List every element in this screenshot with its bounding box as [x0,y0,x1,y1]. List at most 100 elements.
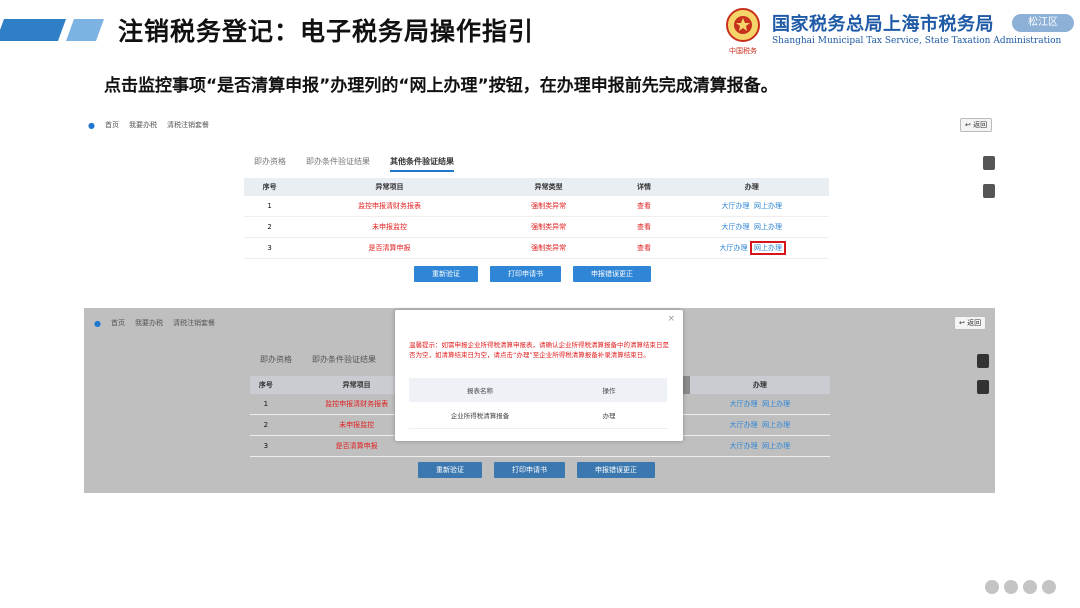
online-handle-link-highlighted[interactable]: 网上办理 [749,241,786,255]
breadcrumb-tax[interactable]: 我要办税 [135,318,163,328]
slide-dots [985,580,1056,594]
correct-declaration-button[interactable]: 申报错误更正 [577,462,655,478]
hall-handle-link[interactable]: 大厅办理 [730,421,758,429]
tab-instant-result[interactable]: 即办条件验证结果 [306,156,370,172]
row-no: 2 [244,216,296,238]
row-actions: 大厅办理 网上办理 [674,237,829,259]
reminder-dialog: × 温馨提示：如需申报企业所得税清算申报表，请确认企业所得税清算报备中的清算结束… [395,310,683,441]
header-accent-bar [0,19,67,41]
row-item: 未申报监控 [295,216,484,238]
breadcrumb: ● 首页 我要办税 清税注销套餐 [88,120,209,130]
online-handle-link[interactable]: 网上办理 [754,223,782,231]
dialog-report-table: 报表名称 操作 企业所得税清算报备 办理 [409,378,667,429]
close-icon[interactable]: × [667,314,675,324]
col-header-type: 异常类型 [483,178,614,196]
org-name-cn: 国家税务总局上海市税务局 [772,14,994,35]
row-detail-link[interactable]: 查看 [613,216,675,238]
header-accent-bar-light [65,19,105,41]
breadcrumb-tax[interactable]: 我要办税 [129,120,157,130]
screenshot-panel-1: ● 首页 我要办税 清税注销套餐 ↩ 返回 即办资格 即办条件验证结果 其他条件… [84,112,995,292]
dialog-header-row: 报表名称 操作 [409,378,667,402]
svg-text:中国税务: 中国税务 [729,46,757,55]
refresh-icon[interactable] [983,156,995,170]
breadcrumb-package: 清税注销套餐 [166,121,209,129]
table-header-row: 序号 异常项目 异常类型 详情 办理 [244,178,829,196]
dialog-row: 企业所得税清算报备 办理 [409,402,667,429]
dialog-row-name: 企业所得税清算报备 [409,402,551,429]
back-label: 返回 [973,121,988,129]
col-header-detail: 详情 [613,178,675,196]
slide-dot[interactable] [1042,580,1056,594]
row-detail-link[interactable]: 查看 [613,196,675,217]
location-pin-icon: ● [88,120,95,130]
org-name-en: Shanghai Municipal Tax Service, State Ta… [772,36,1062,46]
col-header-no: 序号 [250,376,282,394]
hall-handle-link[interactable]: 大厅办理 [720,244,748,252]
row-actions: 大厅办理 网上办理 [674,216,829,238]
hall-handle-link[interactable]: 大厅办理 [722,223,750,231]
district-badge: 松江区 [1012,14,1074,32]
online-handle-link[interactable]: 网上办理 [762,442,790,450]
location-pin-icon: ● [94,318,101,328]
revalidate-button[interactable]: 重新验证 [418,462,482,478]
row-no: 2 [250,414,282,436]
dialog-col-name: 报表名称 [409,378,551,402]
back-button[interactable]: ↩ 返回 [954,316,987,330]
hall-handle-link[interactable]: 大厅办理 [730,400,758,408]
row-detail-link[interactable]: 查看 [613,237,675,259]
tax-emblem-icon: 中国税务 [726,8,760,55]
document-icon[interactable] [983,184,995,198]
action-button-row: 重新验证 打印申请书 申报错误更正 [414,266,651,282]
online-handle-link[interactable]: 网上办理 [762,421,790,429]
row-type: 强制类异常 [483,216,614,238]
print-application-button[interactable]: 打印申请书 [490,266,561,282]
col-header-action: 办理 [674,178,829,196]
correct-declaration-button[interactable]: 申报错误更正 [573,266,651,282]
slide-dot[interactable] [985,580,999,594]
breadcrumb-home[interactable]: 首页 [111,318,125,328]
exception-table: 序号 异常项目 异常类型 详情 办理 1 监控申报清财务报表 强制类异常 查看 … [244,178,829,259]
dialog-handle-link[interactable]: 办理 [551,402,667,429]
hall-handle-link[interactable]: 大厅办理 [730,442,758,450]
tab-qualification[interactable]: 即办资格 [254,156,286,172]
back-button[interactable]: ↩ 返回 [960,118,993,132]
tab-instant-result[interactable]: 即办条件验证结果 [312,354,376,365]
row-actions: 大厅办理 网上办理 [689,435,830,457]
dialog-col-action: 操作 [551,378,667,402]
table-row: 3 是否清算申报 强制类异常 查看 大厅办理 网上办理 [244,237,829,259]
slide-dot[interactable] [1004,580,1018,594]
action-button-row: 重新验证 打印申请书 申报错误更正 [418,462,655,478]
col-header-no: 序号 [244,178,296,196]
row-type: 强制类异常 [483,196,614,217]
tab-other-result[interactable]: 其他条件验证结果 [390,156,454,172]
online-handle-link[interactable]: 网上办理 [754,202,782,210]
instruction-text: 点击监控事项“是否清算申报”办理列的“网上办理”按钮，在办理申报前先完成清算报备… [104,76,778,96]
table-row: 2 未申报监控 强制类异常 查看 大厅办理 网上办理 [244,216,829,238]
row-actions: 大厅办理 网上办理 [674,196,829,217]
row-actions: 大厅办理 网上办理 [689,394,830,415]
row-type: 强制类异常 [483,237,614,259]
dialog-warning-text: 温馨提示：如需申报企业所得税清算申报表，请确认企业所得税清算报备中的清算结束日是… [409,341,669,359]
breadcrumb: ● 首页 我要办税 清税注销套餐 [94,318,215,328]
breadcrumb-home[interactable]: 首页 [105,120,119,130]
online-handle-link[interactable]: 网上办理 [762,400,790,408]
page-title: 注销税务登记：电子税务局操作指引 [118,17,535,46]
col-header-item: 异常项目 [295,178,484,196]
table-row: 1 监控申报清财务报表 强制类异常 查看 大厅办理 网上办理 [244,196,829,217]
back-label: 返回 [967,319,982,327]
row-item: 监控申报清财务报表 [295,196,484,217]
row-no: 1 [250,394,282,415]
slide-dot[interactable] [1023,580,1037,594]
print-application-button[interactable]: 打印申请书 [494,462,565,478]
row-no: 1 [244,196,296,217]
refresh-icon[interactable] [977,354,989,368]
tab-qualification[interactable]: 即办资格 [260,354,292,365]
tab-bar: 即办资格 即办条件验证结果 [260,354,376,365]
hall-handle-link[interactable]: 大厅办理 [722,202,750,210]
row-actions: 大厅办理 网上办理 [689,414,830,436]
tab-bar: 即办资格 即办条件验证结果 其他条件验证结果 [254,156,454,172]
document-icon[interactable] [977,380,989,394]
breadcrumb-package: 清税注销套餐 [172,319,215,327]
revalidate-button[interactable]: 重新验证 [414,266,478,282]
row-no: 3 [250,435,282,457]
